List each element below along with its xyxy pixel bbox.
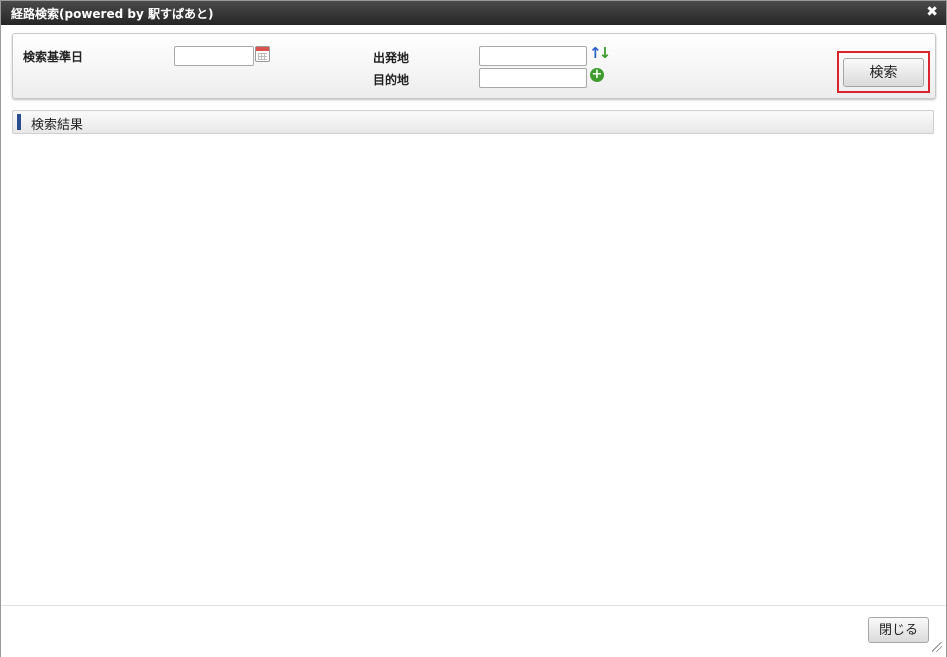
destination-label: 目的地 (373, 73, 410, 87)
search-button[interactable]: 検索 (843, 58, 924, 87)
section-marker (17, 114, 21, 130)
destination-input[interactable] (479, 68, 587, 88)
search-form-panel: 検索基準日 出発地 ↑↓ 目的地 + (12, 33, 936, 99)
results-title: 検索結果 (31, 118, 84, 133)
add-circle-icon[interactable]: + (590, 68, 604, 82)
close-button[interactable]: 閉じる (868, 617, 929, 643)
close-icon[interactable]: ✖ (926, 4, 938, 20)
dialog-title: 経路検索(powered by 駅すぱあと) (11, 7, 214, 21)
dialog-footer (1, 605, 946, 657)
calendar-icon[interactable] (255, 46, 270, 62)
results-section-header: 検索結果 (12, 110, 934, 134)
departure-label: 出発地 (373, 51, 410, 65)
departure-input[interactable] (479, 46, 587, 66)
dialog-titlebar[interactable]: 経路検索(powered by 駅すぱあと) ✖ (1, 1, 946, 25)
base-date-label: 検索基準日 (23, 50, 84, 64)
route-search-dialog: 経路検索(powered by 駅すぱあと) ✖ 検索基準日 出発地 ↑↓ 目的… (0, 0, 947, 657)
swap-arrows-icon[interactable]: ↑↓ (589, 45, 611, 61)
resize-handle-icon[interactable] (932, 642, 942, 652)
base-date-input[interactable] (174, 46, 254, 66)
